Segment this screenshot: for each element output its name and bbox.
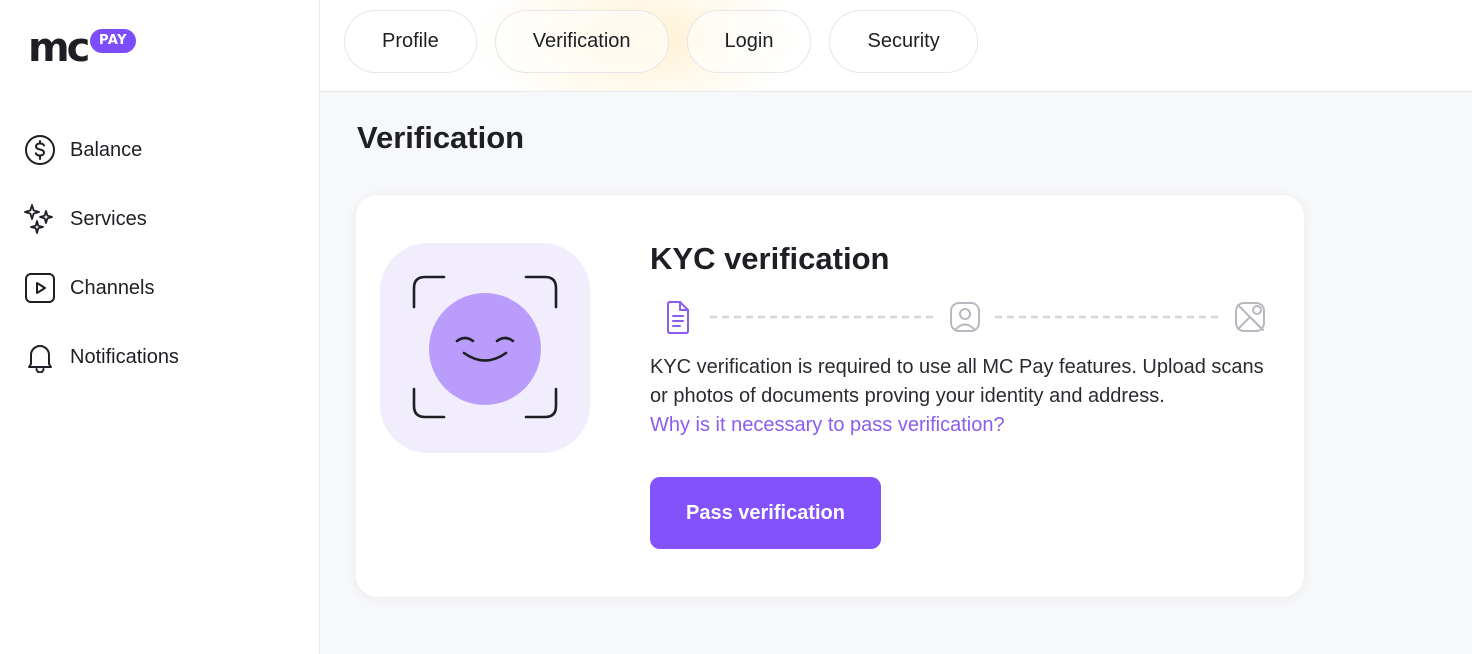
sparkles-icon xyxy=(24,203,56,235)
kyc-description-text: KYC verification is required to use all … xyxy=(650,356,1264,407)
face-scan-illustration xyxy=(380,243,590,453)
kyc-progress-steps xyxy=(650,295,1272,339)
sidebar-item-services[interactable]: Services xyxy=(24,199,179,239)
sidebar-nav: Balance Services Channels Notifications xyxy=(24,130,179,406)
sidebar-item-label: Notifications xyxy=(70,345,179,368)
sidebar-item-balance[interactable]: Balance xyxy=(24,130,179,170)
kyc-description: KYC verification is required to use all … xyxy=(650,353,1270,440)
tab-profile[interactable]: Profile xyxy=(344,10,477,73)
sidebar-item-label: Balance xyxy=(70,138,143,161)
settings-tabs: Profile Verification Login Security xyxy=(344,10,978,73)
user-portrait-icon xyxy=(950,302,980,332)
bell-icon xyxy=(24,341,56,373)
tab-login[interactable]: Login xyxy=(686,10,812,73)
sidebar-item-label: Channels xyxy=(70,276,155,299)
sidebar: mc PAY Balance Services Channels Notific… xyxy=(0,0,320,654)
dollar-circle-icon xyxy=(24,134,56,166)
page-title: Verification xyxy=(357,120,525,155)
kyc-title: KYC verification xyxy=(650,241,890,276)
pass-verification-button[interactable]: Pass verification xyxy=(650,477,881,549)
tab-security[interactable]: Security xyxy=(829,10,978,73)
logo-badge: PAY xyxy=(90,29,137,53)
image-off-icon xyxy=(1235,302,1265,332)
kyc-card: KYC verification KYC verification is req… xyxy=(356,195,1304,597)
top-bar: Profile Verification Login Security xyxy=(320,0,1472,92)
mc-pay-logo[interactable]: mc PAY xyxy=(28,26,148,70)
document-icon xyxy=(667,301,689,334)
why-verification-link[interactable]: Why is it necessary to pass verification… xyxy=(650,414,1005,436)
play-square-icon xyxy=(24,272,56,304)
logo-wordmark: mc xyxy=(28,25,90,71)
face-scan-icon xyxy=(412,275,558,419)
sidebar-item-notifications[interactable]: Notifications xyxy=(24,337,179,377)
tab-verification[interactable]: Verification xyxy=(494,10,669,73)
sidebar-item-channels[interactable]: Channels xyxy=(24,268,179,308)
sidebar-item-label: Services xyxy=(70,207,147,230)
